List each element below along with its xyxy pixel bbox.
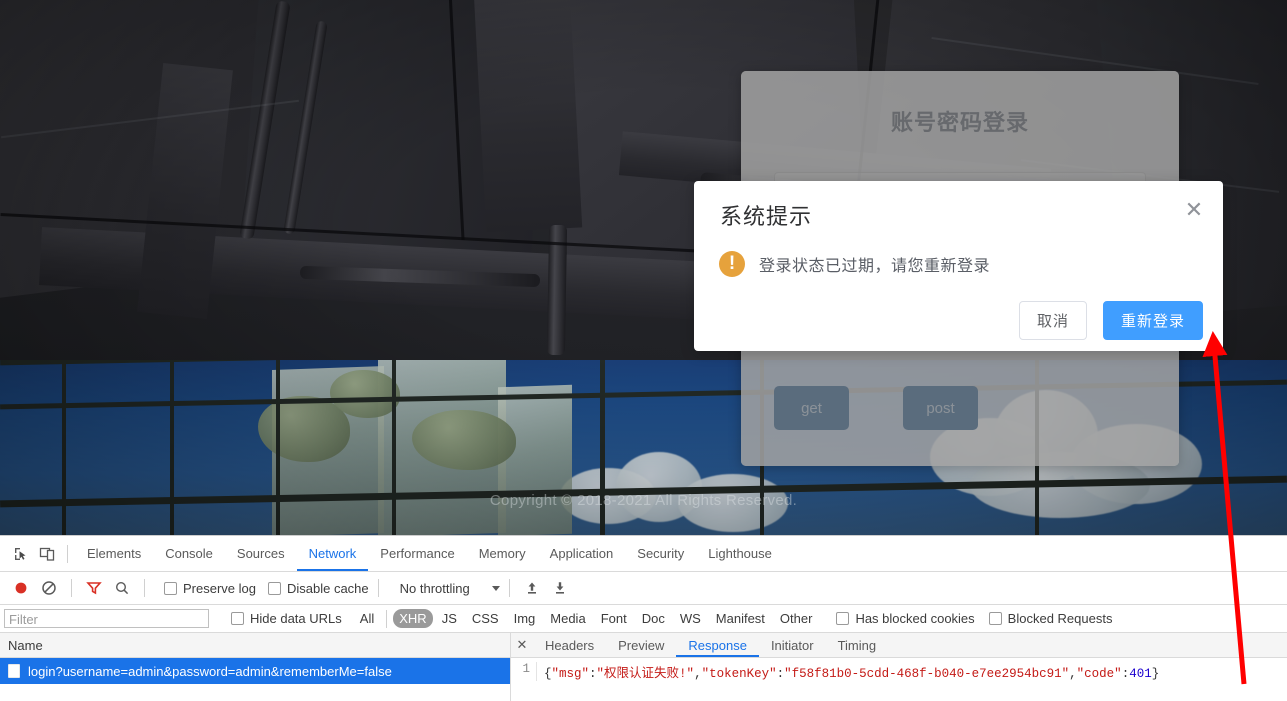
disable-cache-box[interactable] — [267, 581, 281, 595]
system-message-dialog: 系统提示 ✕ ! 登录状态已过期，请您重新登录 取消 重新登录 — [694, 181, 1223, 351]
document-icon — [8, 664, 20, 678]
detail-tab-headers[interactable]: Headers — [533, 633, 606, 657]
search-icon[interactable] — [109, 575, 135, 601]
disable-cache-checkbox[interactable]: Disable cache — [267, 580, 369, 596]
hide-data-urls-label: Hide data URLs — [250, 611, 342, 626]
get-button[interactable]: get — [774, 386, 849, 430]
detail-tabbar: ✕ Headers Preview Response Initiator Tim… — [511, 633, 1287, 658]
tab-application[interactable]: Application — [538, 536, 626, 571]
network-filterbar: Filter Hide data URLs All XHR JS CSS Img… — [0, 605, 1287, 633]
json-key-msg: "msg" — [551, 667, 590, 681]
close-icon[interactable]: ✕ — [511, 638, 533, 653]
login-card-title: 账号密码登录 — [890, 110, 1029, 135]
request-name: login?username=admin&password=admin&reme… — [28, 663, 392, 679]
filter-type-manifest[interactable]: Manifest — [710, 609, 771, 628]
json-close-brace: } — [1151, 667, 1160, 681]
request-list: Name login?username=admin&password=admin… — [0, 633, 511, 701]
disable-cache-label: Disable cache — [286, 580, 369, 596]
line-number: 1 — [511, 662, 537, 681]
response-body: 1 {"msg":"权限认证失败!","tokenKey":"f58f81b0-… — [511, 658, 1287, 681]
filter-type-ws[interactable]: WS — [674, 609, 707, 628]
throttling-value: No throttling — [399, 580, 470, 596]
preserve-log-box[interactable] — [164, 581, 177, 595]
hide-data-urls-checkbox[interactable]: Hide data URLs — [231, 611, 342, 626]
column-header-name[interactable]: Name — [0, 633, 510, 658]
warning-icon: ! — [719, 251, 745, 277]
import-har-icon[interactable] — [519, 575, 545, 601]
devtools-tabbar: Elements Console Sources Network Perform… — [0, 536, 1287, 572]
filter-type-img[interactable]: Img — [508, 609, 542, 628]
json-key-tokenkey: "tokenKey" — [701, 667, 777, 681]
devtools-panel: Elements Console Sources Network Perform… — [0, 535, 1287, 701]
export-har-icon[interactable] — [547, 575, 573, 601]
filter-icon[interactable] — [81, 575, 107, 601]
filter-type-css[interactable]: CSS — [466, 609, 505, 628]
detail-tab-timing[interactable]: Timing — [826, 633, 889, 657]
record-icon[interactable] — [8, 575, 34, 601]
filter-input[interactable]: Filter — [4, 609, 209, 628]
toolbar-separator-4 — [377, 579, 379, 597]
filter-type-media[interactable]: Media — [544, 609, 591, 628]
has-blocked-cookies-box[interactable] — [836, 612, 850, 625]
detail-tab-initiator[interactable]: Initiator — [759, 633, 826, 657]
toolbar-separator-3 — [144, 579, 145, 597]
json-open-brace: { — [544, 667, 552, 681]
copyright-text: Copyright © 2018-2021 All Rights Reserve… — [489, 492, 798, 509]
tab-sources[interactable]: Sources — [225, 536, 297, 571]
response-json[interactable]: {"msg":"权限认证失败!","tokenKey":"f58f81b0-5c… — [537, 662, 1159, 681]
dialog-title: 系统提示 — [720, 204, 813, 229]
hide-data-urls-box[interactable] — [231, 612, 244, 625]
tab-console[interactable]: Console — [153, 536, 225, 571]
filter-type-doc[interactable]: Doc — [636, 609, 671, 628]
blocked-requests-checkbox[interactable]: Blocked Requests — [988, 611, 1113, 626]
throttling-dropdown[interactable]: No throttling — [400, 581, 500, 596]
toolbar-separator-5 — [508, 579, 510, 597]
detail-tab-response[interactable]: Response — [676, 633, 759, 657]
request-detail-pane: ✕ Headers Preview Response Initiator Tim… — [511, 633, 1287, 701]
dialog-body: ! 登录状态已过期，请您重新登录 — [719, 251, 990, 277]
tab-elements[interactable]: Elements — [75, 536, 153, 571]
json-comma-1: , — [694, 667, 702, 681]
filter-type-js[interactable]: JS — [436, 609, 463, 628]
resource-type-filters: All XHR JS CSS Img Media Font Doc WS Man… — [354, 609, 819, 628]
json-key-code: "code" — [1076, 667, 1122, 681]
relogin-button[interactable]: 重新登录 — [1103, 301, 1203, 340]
has-blocked-cookies-checkbox[interactable]: Has blocked cookies — [836, 611, 975, 626]
dialog-actions: 取消 重新登录 — [1019, 301, 1203, 340]
table-row[interactable]: login?username=admin&password=admin&reme… — [0, 658, 510, 684]
dialog-message: 登录状态已过期，请您重新登录 — [759, 258, 991, 275]
json-comma-2: , — [1069, 667, 1077, 681]
preserve-log-checkbox[interactable]: Preserve log — [164, 581, 256, 596]
json-value-msg: "权限认证失败!" — [596, 667, 695, 681]
toolbar-separator — [67, 544, 68, 563]
json-value-code: 401 — [1129, 667, 1152, 681]
json-value-tokenkey: "f58f81b0-5cdd-468f-b040-e7ee2954bc91" — [784, 667, 1070, 681]
tab-network[interactable]: Network — [297, 536, 369, 571]
post-button[interactable]: post — [903, 386, 978, 430]
network-toolbar: Preserve log Disable cache No throttling — [0, 572, 1287, 605]
has-blocked-cookies-label: Has blocked cookies — [855, 611, 975, 626]
tab-memory[interactable]: Memory — [467, 536, 538, 571]
blocked-requests-label: Blocked Requests — [1007, 611, 1113, 626]
filter-type-all[interactable]: All — [354, 609, 380, 628]
preserve-log-label: Preserve log — [183, 580, 256, 596]
filter-type-other[interactable]: Other — [774, 609, 819, 628]
network-panes: Name login?username=admin&password=admin… — [0, 633, 1287, 701]
tab-lighthouse[interactable]: Lighthouse — [696, 536, 784, 571]
cancel-button[interactable]: 取消 — [1019, 301, 1087, 340]
close-icon[interactable]: ✕ — [1183, 200, 1205, 223]
toolbar-separator-2 — [71, 579, 72, 597]
json-colon-1: : — [589, 667, 597, 681]
filter-type-xhr[interactable]: XHR — [393, 609, 433, 628]
blocked-requests-box[interactable] — [988, 612, 1002, 625]
tab-performance[interactable]: Performance — [368, 536, 466, 571]
clear-icon[interactable] — [36, 575, 62, 601]
json-colon-2: : — [776, 667, 785, 681]
tab-security[interactable]: Security — [625, 536, 696, 571]
filter-type-font[interactable]: Font — [595, 609, 633, 628]
chevron-down-icon[interactable] — [491, 585, 500, 591]
device-toolbar-icon[interactable] — [34, 541, 60, 567]
detail-tab-preview[interactable]: Preview — [606, 633, 676, 657]
inspect-element-icon[interactable] — [8, 541, 34, 567]
